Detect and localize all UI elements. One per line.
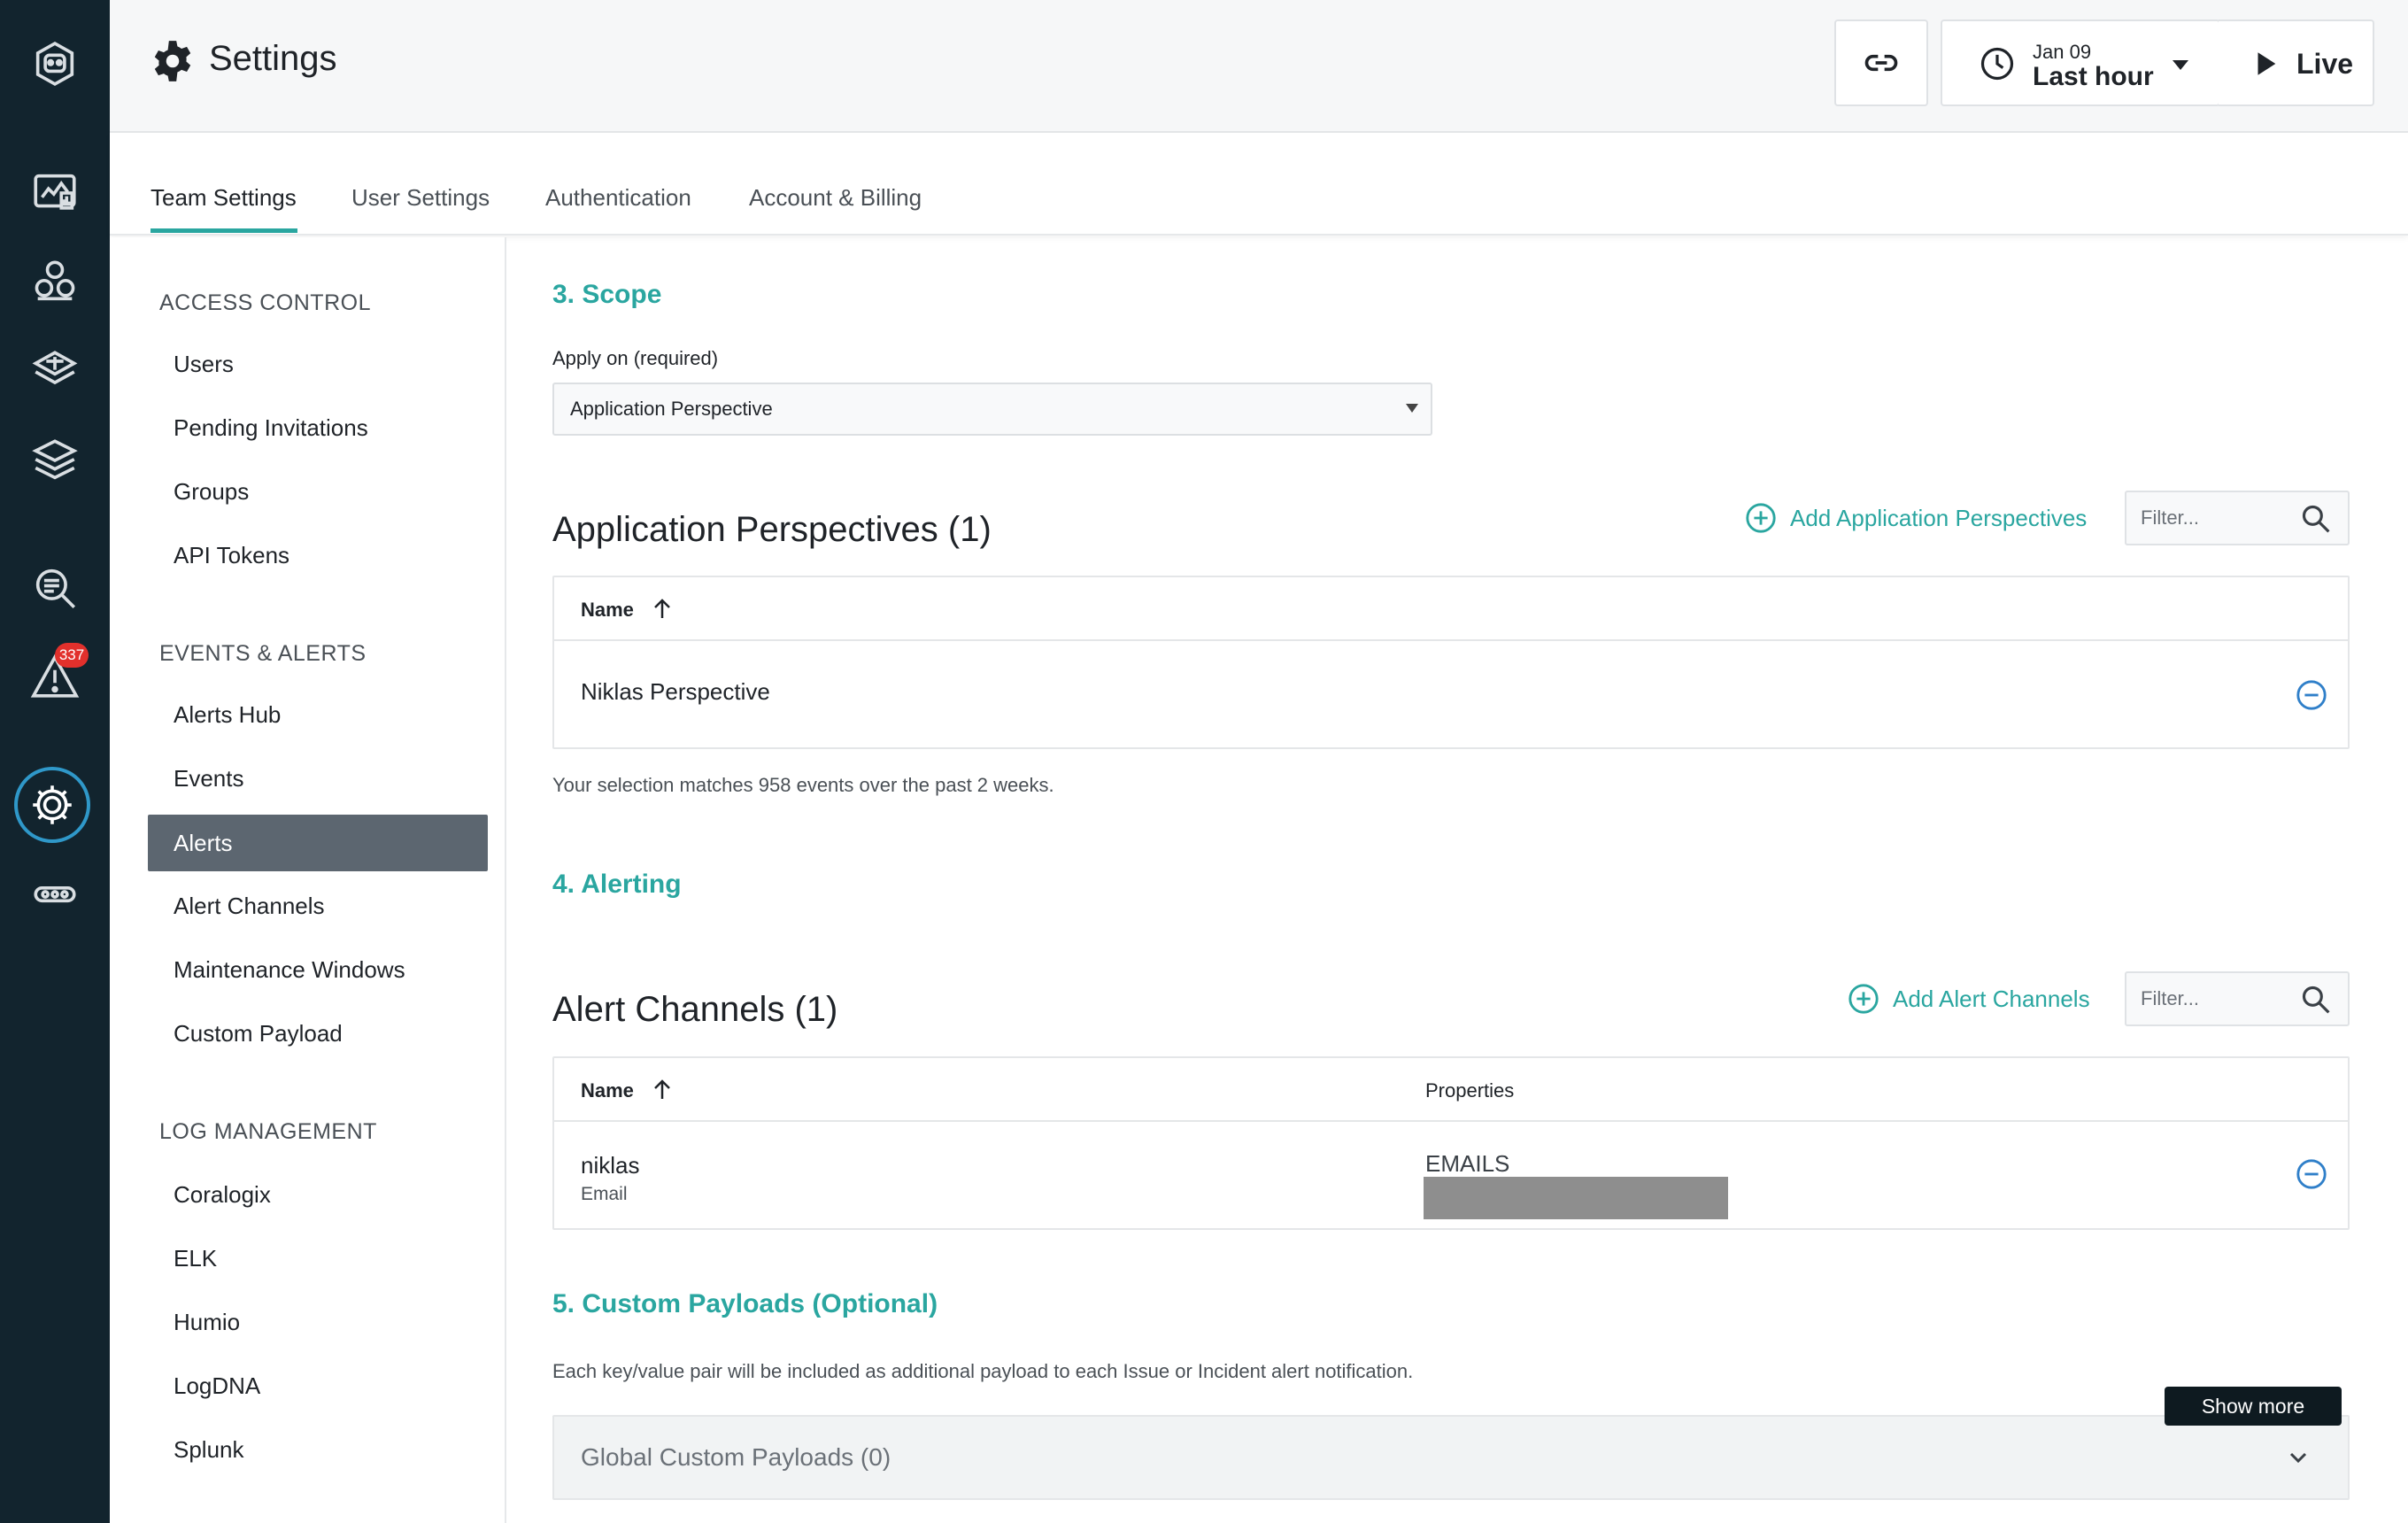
redacted-email xyxy=(1424,1177,1728,1219)
sidebar-item-groups[interactable]: Groups xyxy=(174,478,249,506)
settings-title-gear-icon xyxy=(154,41,191,81)
tab-team-settings[interactable]: Team Settings xyxy=(150,184,297,212)
channel-type: Email xyxy=(581,1184,628,1204)
channel-property-label: EMAILS xyxy=(1425,1150,1510,1177)
clock-icon xyxy=(1980,47,2014,81)
play-icon xyxy=(2258,52,2276,75)
alerting-heading: 4. Alerting xyxy=(552,870,682,899)
alert-count-badge: 337 xyxy=(55,643,89,668)
remove-circle-icon[interactable] xyxy=(2295,678,2328,712)
app-perspectives-heading: Application Perspectives (1) xyxy=(552,510,992,549)
sidebar-item-coralogix[interactable]: Coralogix xyxy=(174,1181,271,1209)
global-custom-payloads-accordion[interactable]: Global Custom Payloads (0) xyxy=(552,1415,2350,1500)
selection-match-note: Your selection matches 958 events over t… xyxy=(552,774,1054,796)
sidebar-item-events[interactable]: Events xyxy=(174,765,244,792)
tab-authentication[interactable]: Authentication xyxy=(545,184,691,212)
sidebar-item-splunk[interactable]: Splunk xyxy=(174,1436,244,1464)
chevron-down-icon xyxy=(2173,60,2188,70)
col-properties-header: Properties xyxy=(1425,1079,1515,1102)
copy-link-button[interactable] xyxy=(1834,19,1928,106)
page-title: Settings xyxy=(209,39,337,78)
link-icon xyxy=(1864,54,1898,72)
live-label: Live xyxy=(2296,48,2354,80)
sidebar-item-alerts[interactable]: Alerts xyxy=(148,815,488,871)
accordion-label: Global Custom Payloads (0) xyxy=(581,1443,891,1471)
sidebar-item-alerts-hub[interactable]: Alerts Hub xyxy=(174,701,281,729)
alert-channels-filter-input[interactable]: Filter... xyxy=(2125,971,2350,1026)
time-range-picker[interactable]: Jan 09 Last hour xyxy=(1941,19,2220,106)
sidebar-item-alert-channels[interactable]: Alert Channels xyxy=(174,893,325,920)
section-title-log-management: LOG MANAGEMENT xyxy=(159,1119,377,1144)
apply-on-select[interactable]: Application Perspective xyxy=(552,383,1432,436)
channel-name[interactable]: niklas xyxy=(581,1152,639,1179)
alert-channels-table: Name Properties niklas Email EMAILS xyxy=(552,1056,2350,1230)
sidebar-item-elk[interactable]: ELK xyxy=(174,1245,217,1272)
time-range-label: Last hour xyxy=(2033,62,2154,91)
table-header: Name xyxy=(554,577,2348,641)
section-title-events-alerts: EVENTS & ALERTS xyxy=(159,641,367,666)
col-name-header[interactable]: Name xyxy=(581,1079,634,1102)
sidebar-item-api-tokens[interactable]: API Tokens xyxy=(174,542,289,569)
col-name-header[interactable]: Name xyxy=(581,599,634,622)
infrastructure-icon[interactable] xyxy=(19,336,90,407)
settings-gear-icon[interactable] xyxy=(14,767,90,843)
remove-circle-icon[interactable] xyxy=(2295,1157,2328,1191)
alert-config-main: 3. Scope Apply on (required) Application… xyxy=(508,237,2408,1523)
apply-on-value: Application Perspective xyxy=(570,398,773,420)
sidebar-item-logdna[interactable]: LogDNA xyxy=(174,1372,260,1400)
services-cubes-icon[interactable] xyxy=(19,246,90,317)
app-perspectives-table: Name Niklas Perspective xyxy=(552,576,2350,749)
select-caret-icon xyxy=(1406,404,1418,413)
search-icon xyxy=(2302,986,2330,1014)
plus-circle-icon xyxy=(1848,984,1879,1014)
sidebar-item-users[interactable]: Users xyxy=(174,351,234,378)
filter-placeholder: Filter... xyxy=(2141,987,2200,1009)
sidebar-item-pending-invitations[interactable]: Pending Invitations xyxy=(174,414,368,442)
settings-tabs: Team Settings User Settings Authenticati… xyxy=(110,133,2408,236)
sidebar-item-custom-payload[interactable]: Custom Payload xyxy=(174,1020,343,1048)
robot-logo-icon[interactable] xyxy=(19,28,90,99)
app-rail: 337 xyxy=(0,0,110,1523)
live-button[interactable]: Live xyxy=(2219,19,2374,106)
add-alert-channels-label: Add Alert Channels xyxy=(1893,985,2090,1012)
settings-sidebar: ACCESS CONTROL Users Pending Invitations… xyxy=(110,237,506,1523)
section-title-access-control: ACCESS CONTROL xyxy=(159,290,371,315)
more-options-icon[interactable] xyxy=(19,859,90,930)
plus-circle-icon xyxy=(1746,503,1776,533)
sidebar-item-humio[interactable]: Humio xyxy=(174,1309,240,1336)
page-header: Settings Jan 09 Last hour Live xyxy=(110,0,2408,133)
app-perspectives-filter-input[interactable]: Filter... xyxy=(2125,491,2350,545)
scope-heading: 3. Scope xyxy=(552,280,662,309)
layers-stack-icon[interactable] xyxy=(19,425,90,496)
perspective-name[interactable]: Niklas Perspective xyxy=(581,678,770,706)
alert-channels-heading: Alert Channels (1) xyxy=(552,990,838,1029)
tab-account-billing[interactable]: Account & Billing xyxy=(749,184,922,212)
custom-payloads-heading: 5. Custom Payloads (Optional) xyxy=(552,1289,938,1318)
sidebar-item-maintenance-windows[interactable]: Maintenance Windows xyxy=(174,956,405,984)
filter-placeholder: Filter... xyxy=(2141,506,2200,529)
dashboard-monitor-icon[interactable] xyxy=(19,158,90,228)
table-header: Name Properties xyxy=(554,1058,2348,1122)
sort-ascending-icon[interactable] xyxy=(652,597,673,620)
add-application-perspectives-button[interactable]: Add Application Perspectives xyxy=(1744,501,2087,535)
active-tab-indicator xyxy=(150,228,297,233)
apply-on-label: Apply on (required) xyxy=(552,347,719,369)
add-alert-channels-button[interactable]: Add Alert Channels xyxy=(1847,982,2090,1016)
analytics-search-icon[interactable] xyxy=(19,553,90,623)
search-icon xyxy=(2302,505,2330,533)
show-more-tooltip: Show more xyxy=(2165,1387,2342,1426)
tab-user-settings[interactable]: User Settings xyxy=(351,184,490,212)
custom-payloads-description: Each key/value pair will be included as … xyxy=(552,1360,1414,1382)
time-date: Jan 09 xyxy=(2033,41,2092,63)
chevron-down-icon xyxy=(2289,1452,2307,1464)
sort-ascending-icon[interactable] xyxy=(652,1078,673,1101)
add-application-perspectives-label: Add Application Perspectives xyxy=(1790,504,2088,531)
